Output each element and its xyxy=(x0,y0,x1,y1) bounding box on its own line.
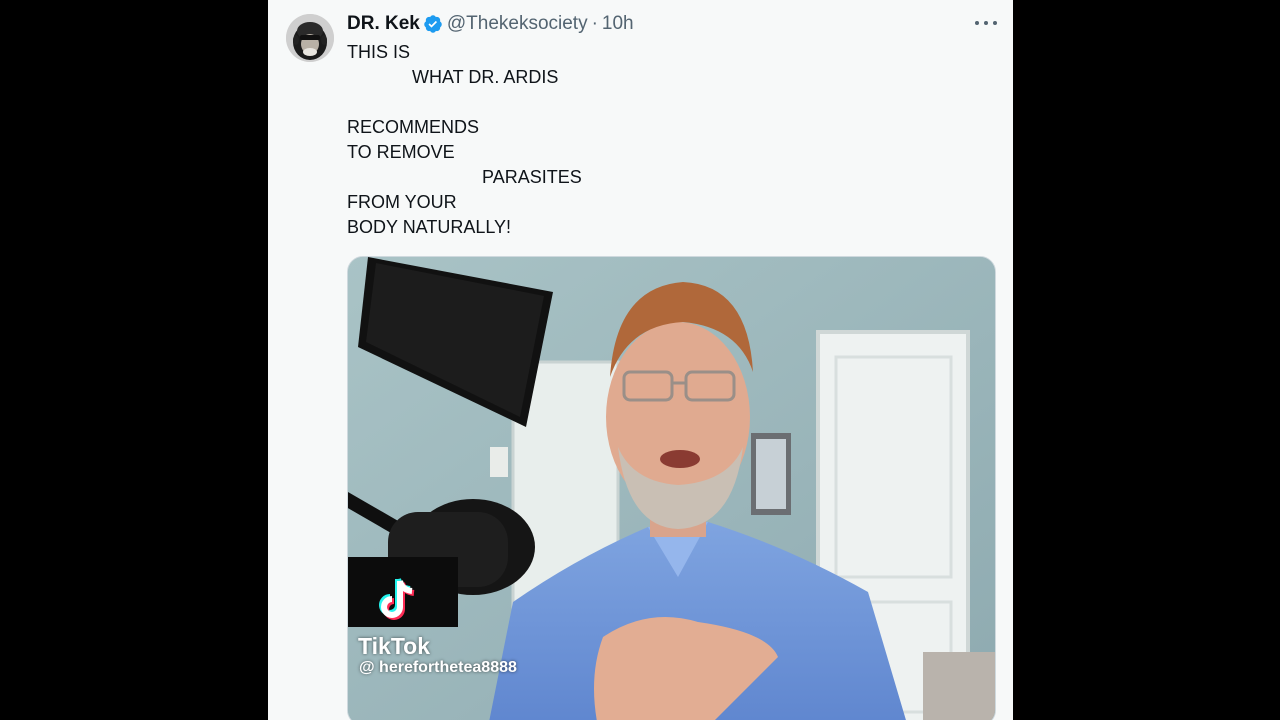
tweet-text-line: WHAT DR. ARDIS xyxy=(347,67,559,87)
tweet-text-line: RECOMMENDS xyxy=(347,117,480,137)
tweet-text: THIS IS WHAT DR. ARDIS RECOMMENDS TO REM… xyxy=(347,40,987,240)
tweet-card[interactable]: DR. Kek @Thekeksociety · 10h THIS IS WHA… xyxy=(268,0,1013,720)
author-name[interactable]: DR. Kek xyxy=(347,13,420,35)
tiktok-wordmark: TikTok xyxy=(358,633,430,659)
tweet-text-line: THIS IS xyxy=(347,42,411,62)
more-horizontal-icon[interactable] xyxy=(975,16,997,30)
tiktok-logo-icon xyxy=(379,578,415,620)
author-handle[interactable]: @Thekeksociety xyxy=(447,13,588,35)
author-avatar[interactable] xyxy=(286,14,334,62)
tweet-header: DR. Kek @Thekeksociety · 10h xyxy=(347,12,634,36)
video-frame xyxy=(348,257,995,720)
tweet-text-line: BODY NATURALLY! xyxy=(347,217,512,237)
tweet-text-line xyxy=(347,90,987,115)
tweet-text-line: TO REMOVE xyxy=(347,142,455,162)
verified-badge-icon[interactable] xyxy=(423,14,443,34)
tweet-text-line: PARASITES xyxy=(347,167,582,187)
video-media[interactable]: TikTok @ herefortheteа8888 xyxy=(347,256,996,720)
separator-dot: · xyxy=(591,13,598,34)
tweet-time[interactable]: 10h xyxy=(602,13,634,35)
tiktok-username: @ herefortheteа8888 xyxy=(359,659,517,676)
tweet-text-line: FROM YOUR xyxy=(347,192,457,212)
monkey-avatar-icon xyxy=(286,14,334,62)
